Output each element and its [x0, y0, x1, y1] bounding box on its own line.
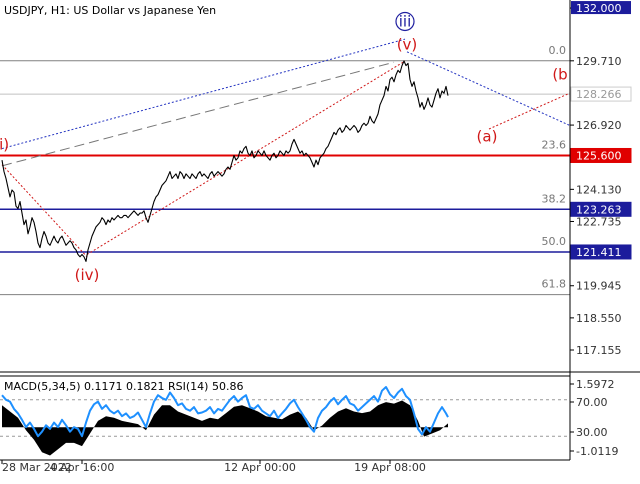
price-axis-ticks: 132.000 129.710 126.920 124.130 122.735 119.9…	[570, 2, 622, 357]
fib-ratio-label: 0.0	[549, 44, 567, 57]
indicator-tick-label: 70.00	[576, 396, 608, 409]
price-tick-label: 118.550	[576, 312, 622, 325]
macd-histogram	[2, 400, 448, 456]
price-tick-label: 117.155	[576, 344, 622, 357]
time-axis: 28 Mar 20224 Apr 16:00 12 Apr 00:00 19 Apr…	[0, 459, 570, 474]
price-badge-text: 128.266	[576, 88, 622, 101]
price-badge-text: 121.411	[576, 246, 622, 259]
price-badge-text: 123.263	[576, 203, 622, 216]
chart-canvas[interactable]: 0.0 23.6 38.2 50.0 61.8 ii) (iv) (v) iii (a) (b U…	[0, 0, 640, 480]
time-axis-ticks: 28 Mar 20224 Apr 16:00 12 Apr 00:00 19 Apr…	[1, 460, 426, 474]
wave-label: iii	[399, 12, 412, 30]
indicator-panel[interactable]: MACD(5,34,5) 0.1171 0.1821 RSI(14) 50.86…	[0, 371, 640, 458]
indicator-tick-label: 1.5972	[576, 378, 615, 391]
fib-ratio-label: 38.2	[542, 192, 567, 205]
price-tick-label: 122.735	[576, 215, 622, 228]
top-price-badge-text: 132.000	[576, 2, 622, 15]
fib-ratio-label: 23.6	[542, 138, 567, 151]
wave-label: (a)	[477, 128, 498, 146]
price-tick-label: 129.710	[576, 55, 622, 68]
chart-title: USDJPY, H1: US Dollar vs Japanese Yen	[4, 4, 216, 17]
indicator-label: MACD(5,34,5) 0.1171 0.1821 RSI(14) 50.86	[4, 380, 243, 393]
time-tick-label: 12 Apr 00:00	[224, 461, 296, 474]
fib-ratio-label: 61.8	[542, 278, 567, 291]
wave-label: (iv)	[75, 266, 100, 284]
price-axis: 132.000 129.710 126.920 124.130 122.735 119.9…	[569, 0, 632, 460]
wave-label: (b	[552, 65, 567, 83]
chart-window: 0.0 23.6 38.2 50.0 61.8 ii) (iv) (v) iii (a) (b U…	[0, 0, 640, 480]
time-tick-label: 4 Apr 16:00	[50, 461, 115, 474]
price-panel-bg	[0, 0, 570, 372]
time-tick-label: 19 Apr 08:00	[354, 461, 426, 474]
price-tick-label: 126.920	[576, 119, 622, 132]
fib-ratio-label: 50.0	[542, 235, 567, 248]
indicator-tick-label: -1.0119	[576, 445, 618, 458]
price-panel[interactable]: 0.0 23.6 38.2 50.0 61.8 ii) (iv) (v) iii (a) (b U…	[0, 0, 573, 372]
price-badge-text: 125.600	[576, 149, 622, 162]
price-tick-label: 124.130	[576, 183, 622, 196]
wave-label: (v)	[397, 36, 418, 54]
indicator-axis-ticks: 1.5972 70.00 30.00 -1.0119	[570, 378, 618, 458]
price-tick-label: 119.945	[576, 280, 622, 293]
wave-label: ii)	[0, 136, 9, 154]
indicator-tick-label: 30.00	[576, 426, 608, 439]
